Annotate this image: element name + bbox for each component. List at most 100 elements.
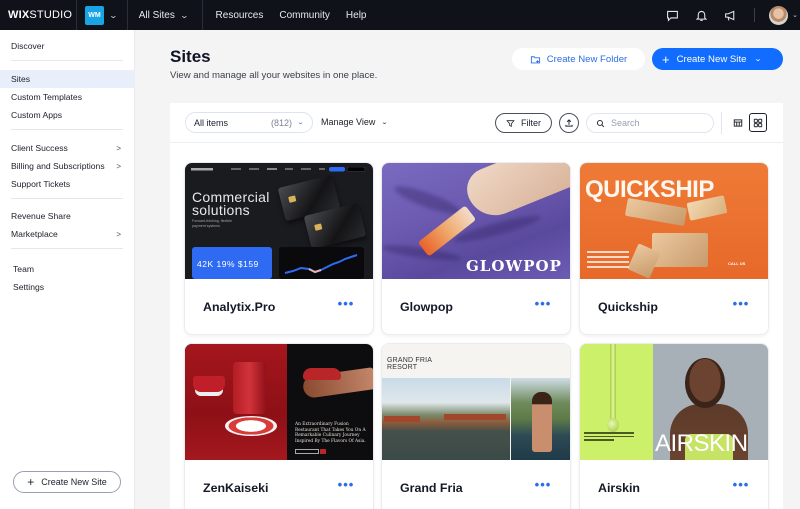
sidebar-item-label: Settings <box>13 282 45 292</box>
more-actions-icon[interactable]: ••• <box>533 297 553 311</box>
table-view-toggle[interactable] <box>730 115 746 131</box>
thumbnail-copy <box>584 432 634 443</box>
sidebar-item-label: Custom Apps <box>11 110 63 120</box>
all-sites-selector[interactable]: All Sites ⌄ <box>128 0 202 30</box>
site-thumbnail[interactable]: GRAND FRIA RESORT <box>382 344 570 460</box>
user-avatar[interactable] <box>769 5 789 25</box>
sidebar-item-label: Custom Templates <box>11 92 83 102</box>
sidebar-create-new-site-button[interactable]: + Create New Site <box>13 471 121 493</box>
table-icon <box>733 119 743 127</box>
dropdown-value: All items <box>194 117 229 128</box>
sidebar-item-marketplace[interactable]: Marketplace > <box>0 225 135 243</box>
sidebar-item-label: Revenue Share <box>11 211 71 221</box>
chevron-down-icon[interactable]: ⌄ <box>792 11 798 19</box>
divider <box>754 8 756 22</box>
sidebar-item-label: Client Success <box>11 143 68 153</box>
drop-graphic <box>607 418 619 432</box>
button-label: Filter <box>521 118 541 128</box>
thumbnail-wordmark: GLOWPOP <box>466 257 562 275</box>
site-name[interactable]: Grand Fria <box>400 481 463 495</box>
site-name[interactable]: ZenKaiseki <box>203 481 268 495</box>
site-name[interactable]: Airskin <box>598 481 640 495</box>
sidebar-item-label: Billing and Subscriptions <box>11 161 105 171</box>
plus-icon: + <box>27 475 35 489</box>
site-name[interactable]: Analytix.Pro <box>203 300 275 314</box>
filter-icon <box>506 119 515 127</box>
top-nav: Resources Community Help <box>203 0 383 30</box>
more-actions-icon[interactable]: ••• <box>336 297 356 311</box>
nav-resources[interactable]: Resources <box>216 10 264 21</box>
sidebar-item-settings[interactable]: Settings <box>0 278 135 296</box>
grid-view-toggle[interactable] <box>749 113 767 132</box>
items-filter-dropdown[interactable]: All items (812) ⌄ <box>185 112 313 133</box>
sidebar-item-label: Support Tickets <box>11 179 71 189</box>
roof-graphic <box>384 416 420 422</box>
sidebar-item-support-tickets[interactable]: Support Tickets <box>0 175 135 193</box>
site-card[interactable]: An Extraordinary Fusion Restaurant That … <box>185 344 373 509</box>
site-thumbnail[interactable]: QUICKSHIP CALL US <box>580 163 768 279</box>
site-thumbnail[interactable]: AIRSKIN <box>580 344 768 460</box>
more-actions-icon[interactable]: ••• <box>336 478 356 492</box>
sidebar-item-custom-templates[interactable]: Custom Templates <box>0 88 135 106</box>
mini-chart-line <box>284 254 358 274</box>
manage-view-dropdown[interactable]: Manage View ⌄ <box>321 117 389 127</box>
megaphone-icon[interactable] <box>722 7 738 23</box>
sites-toolbar: All items (812) ⌄ Manage View ⌄ Filter <box>170 103 783 143</box>
sidebar-item-revenue-share[interactable]: Revenue Share <box>0 207 135 225</box>
search-field[interactable] <box>586 113 714 133</box>
site-card[interactable]: GLOWPOP Glowpop ••• <box>382 163 570 334</box>
site-card[interactable]: QUICKSHIP CALL US Quickship ••• <box>580 163 768 334</box>
search-input[interactable] <box>611 118 706 128</box>
sidebar-item-discover[interactable]: Discover <box>0 37 135 55</box>
nav-community[interactable]: Community <box>279 10 330 21</box>
sidebar-item-label: Team <box>13 264 35 274</box>
create-new-site-button[interactable]: + Create New Site ⌄ <box>652 48 783 70</box>
page-title: Sites <box>170 47 211 66</box>
chat-icon[interactable] <box>664 7 680 23</box>
chevron-down-icon: ⌄ <box>296 120 305 126</box>
sushi-graphic <box>303 368 341 380</box>
sidebar-divider <box>11 248 123 249</box>
page-subtitle: View and manage all your websites in one… <box>170 70 378 81</box>
bell-icon[interactable] <box>693 7 709 23</box>
filter-button[interactable]: Filter <box>495 113 552 133</box>
button-label: Create New Site <box>676 53 747 65</box>
site-card[interactable]: Commercial solutions Forward-thinking, f… <box>185 163 373 334</box>
stats-values: 42K 19% $159 <box>197 259 259 269</box>
chevron-right-icon: > <box>116 143 121 153</box>
thumbnail-text: An Extraordinary Fusion Restaurant That … <box>295 422 366 444</box>
more-actions-icon[interactable]: ••• <box>533 478 553 492</box>
pipette-graphic <box>610 344 616 422</box>
nav-help[interactable]: Help <box>346 10 367 21</box>
wix-studio-logo[interactable]: WIXSTUDIO <box>0 9 76 21</box>
hand-graphic <box>460 163 570 224</box>
sidebar-item-client-success[interactable]: Client Success > <box>0 139 135 157</box>
more-actions-icon[interactable]: ••• <box>731 478 751 492</box>
sidebar-divider <box>11 198 123 199</box>
button-label: Create New Site <box>41 477 107 487</box>
workspace-switcher[interactable]: WM ⌄ <box>77 0 127 30</box>
site-thumbnail[interactable]: Commercial solutions Forward-thinking, f… <box>185 163 373 279</box>
sidebar-item-team[interactable]: Team <box>0 260 135 278</box>
create-new-folder-button[interactable]: Create New Folder <box>512 48 645 70</box>
site-card[interactable]: GRAND FRIA RESORT Grand Fria ••• <box>382 344 570 509</box>
sidebar-item-sites[interactable]: Sites <box>0 70 135 88</box>
sidebar-item-label: Discover <box>11 41 45 51</box>
site-thumbnail[interactable]: GLOWPOP <box>382 163 570 279</box>
export-button[interactable] <box>559 113 579 133</box>
sidebar-divider <box>11 129 123 130</box>
chevron-down-icon[interactable]: ⌄ <box>754 55 762 63</box>
site-thumbnail[interactable]: An Extraordinary Fusion Restaurant That … <box>185 344 373 460</box>
plus-icon: + <box>662 51 670 67</box>
logo-light: STUDIO <box>29 9 73 21</box>
site-name[interactable]: Quickship <box>598 300 658 314</box>
sidebar-item-custom-apps[interactable]: Custom Apps <box>0 106 135 124</box>
more-actions-icon[interactable]: ••• <box>731 297 751 311</box>
title-line: RESORT <box>387 364 418 371</box>
chevron-down-icon: ⌄ <box>381 119 389 126</box>
grid-icon <box>753 118 763 127</box>
sidebar-item-billing[interactable]: Billing and Subscriptions > <box>0 157 135 175</box>
site-name[interactable]: Glowpop <box>400 300 453 314</box>
site-card[interactable]: AIRSKIN Airskin ••• <box>580 344 768 509</box>
button-label: Create New Folder <box>546 53 628 65</box>
